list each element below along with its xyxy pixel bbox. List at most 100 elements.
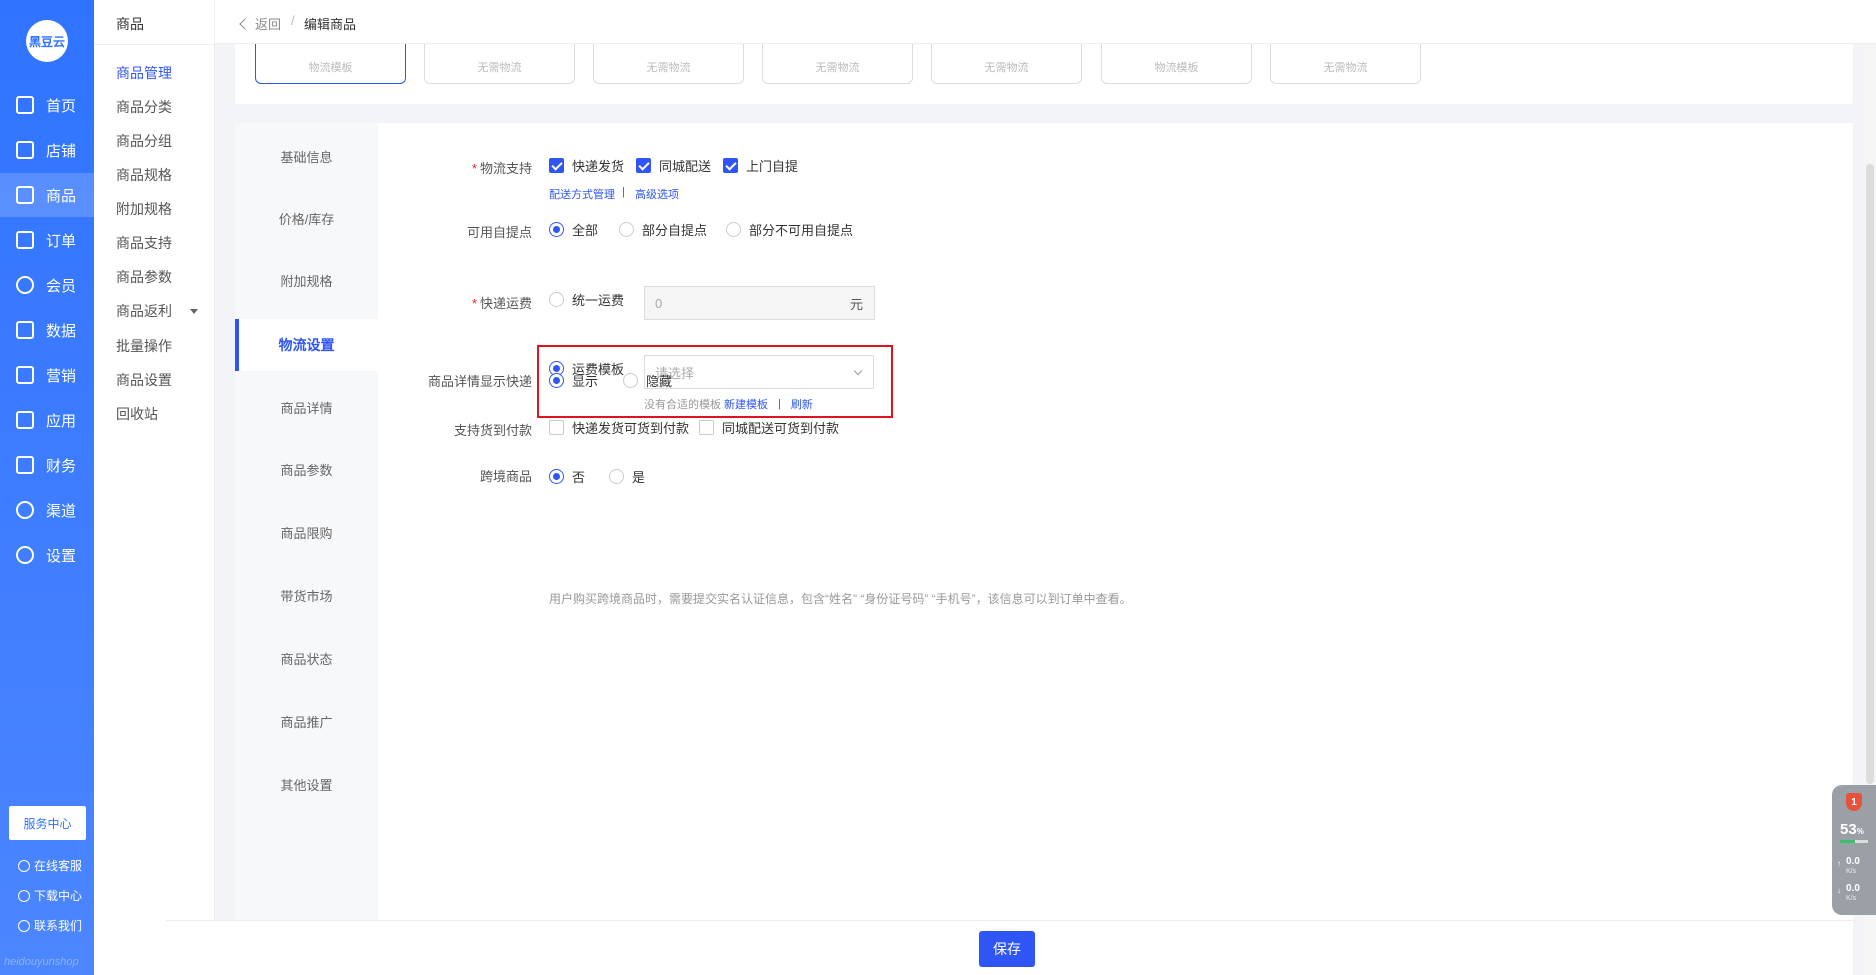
self-pickup-checkbox[interactable]: 上门自提: [723, 156, 798, 175]
finance-icon: [16, 456, 34, 474]
submenu-item-group[interactable]: 商品分组: [116, 131, 172, 151]
section-tab-status[interactable]: 商品状态: [235, 628, 378, 688]
save-button[interactable]: 保存: [979, 931, 1035, 967]
nav-item-store[interactable]: 店铺: [0, 128, 94, 172]
nav-item-finance[interactable]: 财务: [0, 443, 94, 487]
channel-icon: [16, 501, 34, 519]
scrollbar-thumb[interactable]: [1866, 164, 1874, 784]
nav-item-member[interactable]: 会员: [0, 263, 94, 307]
nav-item-order[interactable]: 订单: [0, 218, 94, 262]
delivery-method-link[interactable]: 配送方式管理: [549, 186, 615, 202]
radio-icon: [619, 222, 634, 237]
cross-border-no-radio[interactable]: 否: [549, 467, 585, 486]
radio-icon: [609, 469, 624, 484]
submenu-item-support[interactable]: 商品支持: [116, 233, 172, 253]
back-button[interactable]: 返回: [239, 14, 281, 33]
show-express-radio[interactable]: 显示: [549, 371, 598, 390]
submenu-item-recycle[interactable]: 回收站: [116, 404, 158, 424]
express-cod-checkbox[interactable]: 快递发货可货到付款: [549, 418, 689, 437]
cross-border-label: 跨境商品: [479, 469, 532, 484]
submenu-item-rebate[interactable]: 商品返利: [116, 301, 172, 321]
submenu-item-batch[interactable]: 批量操作: [116, 336, 172, 356]
top-bar: 返回 / 编辑商品: [215, 0, 1876, 44]
app-icon: [16, 411, 34, 429]
nav-item-marketing[interactable]: 营销: [0, 353, 94, 397]
bottom-action-bar: 保存: [166, 920, 1853, 975]
template-tab[interactable]: 无需物流: [593, 44, 744, 84]
template-tab[interactable]: 无需物流: [931, 44, 1082, 84]
section-tab-extra-spec[interactable]: 附加规格: [235, 250, 378, 310]
cross-border-yes-radio[interactable]: 是: [609, 467, 645, 486]
section-tab-logistics[interactable]: 物流设置: [235, 319, 378, 371]
section-tab-promotion[interactable]: 商品推广: [235, 691, 378, 751]
submenu-item-spec[interactable]: 商品规格: [116, 165, 172, 185]
cpu-percent: 53%: [1840, 821, 1864, 838]
uniform-fee-input[interactable]: 0: [644, 286, 840, 320]
nav-item-app[interactable]: 应用: [0, 398, 94, 442]
submenu-item-params[interactable]: 商品参数: [116, 267, 172, 287]
template-tab[interactable]: 无需物流: [424, 44, 575, 84]
submenu-item-product-management[interactable]: 商品管理: [116, 63, 172, 83]
link-separator: |: [622, 186, 625, 198]
section-tab-price[interactable]: 价格/库存: [235, 188, 378, 248]
section-tab-params[interactable]: 商品参数: [235, 439, 378, 499]
radio-selected-icon: [549, 373, 564, 388]
brand-logo[interactable]: 黑豆云: [26, 20, 68, 62]
hint-separator: |: [778, 398, 781, 410]
upload-speed: 0.0 K/s: [1846, 856, 1860, 876]
nav-item-settings[interactable]: 设置: [0, 533, 94, 577]
download-center-link[interactable]: 下载中心: [18, 887, 82, 904]
section-tab-other[interactable]: 其他设置: [235, 754, 378, 814]
usage-bar: [1840, 840, 1868, 843]
contact-us-link[interactable]: 联系我们: [18, 917, 82, 934]
submenu-item-extra-spec[interactable]: 附加规格: [116, 199, 172, 219]
nav-item-home[interactable]: 首页: [0, 83, 94, 127]
section-tab-market[interactable]: 带货市场: [235, 565, 378, 625]
same-city-cod-checkbox[interactable]: 同城配送可货到付款: [699, 418, 839, 437]
tag-icon: [16, 366, 34, 384]
product-submenu: 商品 商品管理 商品分类 商品分组 商品规格 附加规格 商品支持 商品参数 商品…: [94, 0, 215, 975]
download-arrow-icon: ↓: [1837, 886, 1841, 895]
refresh-link[interactable]: 刷新: [791, 396, 813, 412]
template-tab[interactable]: 物流模板: [255, 44, 406, 84]
advanced-options-link[interactable]: 高级选项: [635, 186, 679, 202]
checkbox-checked-icon: [549, 158, 564, 173]
section-tab-detail[interactable]: 商品详情: [235, 377, 378, 437]
template-tab[interactable]: 无需物流: [1270, 44, 1421, 84]
template-hint: 没有合适的模板 新建模板 | 刷新: [644, 396, 813, 412]
template-tabs: 物流模板 无需物流 无需物流 无需物流 无需物流 物流模板 无需物流: [235, 44, 1853, 104]
upload-arrow-icon: ↑: [1837, 859, 1841, 868]
express-delivery-checkbox[interactable]: 快递发货: [549, 156, 624, 175]
nav-item-channel[interactable]: 渠道: [0, 488, 94, 532]
checkbox-checked-icon: [723, 158, 738, 173]
section-tab-basic[interactable]: 基础信息: [235, 126, 378, 186]
currency-unit: 元: [839, 286, 875, 320]
fee-template-select[interactable]: 请选择: [644, 355, 874, 389]
uniform-fee-radio[interactable]: 统一运费: [549, 290, 624, 309]
submenu-item-settings[interactable]: 商品设置: [116, 370, 172, 390]
chevron-down-icon[interactable]: [190, 309, 198, 314]
service-center-button[interactable]: 服务中心: [9, 806, 86, 840]
new-template-link[interactable]: 新建模板: [724, 396, 768, 412]
nav-item-data[interactable]: 数据: [0, 308, 94, 352]
data-icon: [16, 321, 34, 339]
online-service-link[interactable]: 在线客服: [18, 857, 82, 874]
template-tab[interactable]: 无需物流: [762, 44, 913, 84]
detail-show-express-label: 商品详情显示快递: [427, 374, 532, 389]
hide-express-radio[interactable]: 隐藏: [623, 371, 672, 390]
template-tab[interactable]: 物流模板: [1101, 44, 1252, 84]
store-icon: [16, 141, 34, 159]
checkbox-icon: [549, 420, 564, 435]
section-tab-limit[interactable]: 商品限购: [235, 502, 378, 562]
system-monitor-widget[interactable]: 1 53% ↑ 0.0 K/s ↓ 0.0 K/s: [1832, 785, 1876, 915]
submenu-item-category[interactable]: 商品分类: [116, 97, 172, 117]
pickup-partial-unavailable-radio[interactable]: 部分不可用自提点: [726, 220, 853, 239]
same-city-checkbox[interactable]: 同城配送: [636, 156, 711, 175]
radio-icon: [549, 292, 564, 307]
download-speed: 0.0 K/s: [1846, 883, 1860, 903]
download-icon: [18, 889, 30, 902]
pickup-all-radio[interactable]: 全部: [549, 220, 598, 239]
main-nav: 黑豆云 首页 店铺 商品 订单 会员 数据 营销 应用 财务 渠道 设置 服务中…: [0, 0, 94, 975]
pickup-partial-radio[interactable]: 部分自提点: [619, 220, 707, 239]
nav-item-product[interactable]: 商品: [0, 173, 94, 217]
